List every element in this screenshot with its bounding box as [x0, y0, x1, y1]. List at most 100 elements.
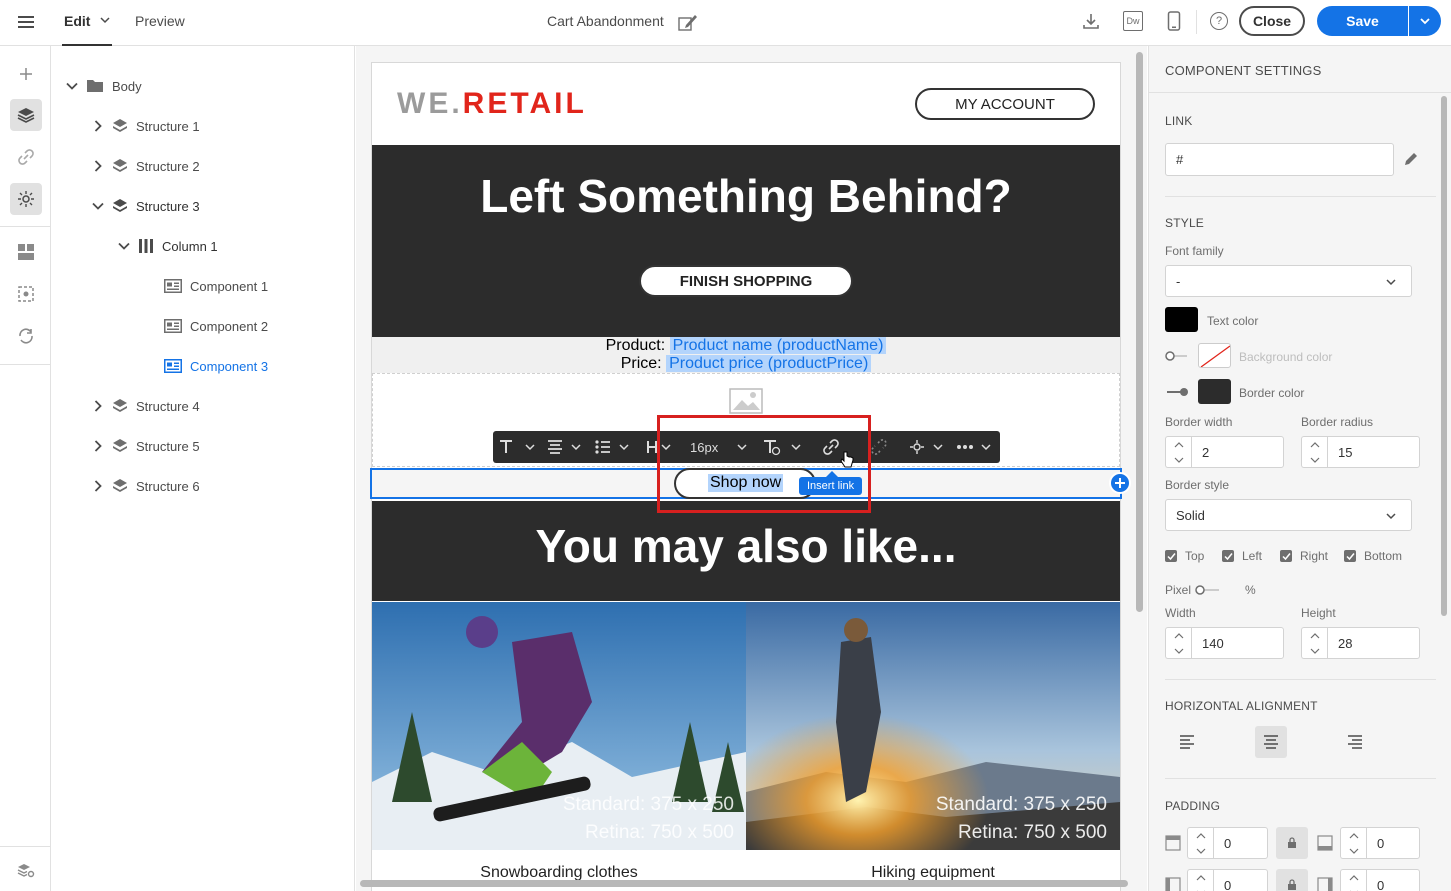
add-icon[interactable]	[10, 58, 42, 90]
tree-node-structure-4[interactable]: Structure 4	[92, 394, 200, 418]
chevron-down-icon[interactable]	[100, 15, 110, 25]
unit-toggle[interactable]	[1195, 585, 1221, 595]
border-color-swatch[interactable]	[1198, 379, 1231, 404]
chevron-right-icon[interactable]	[92, 440, 104, 452]
link-icon[interactable]	[10, 141, 42, 173]
tree-node-structure-1[interactable]: Structure 1	[92, 114, 200, 138]
layers-settings-icon[interactable]	[10, 854, 42, 886]
text-style-icon[interactable]	[498, 438, 538, 456]
sync-icon[interactable]	[10, 320, 42, 352]
chevron-right-icon[interactable]	[92, 480, 104, 492]
border-radius-input[interactable]: 15	[1327, 436, 1420, 468]
layers-icon[interactable]	[10, 99, 42, 131]
my-account-button[interactable]: MY ACCOUNT	[915, 88, 1095, 120]
edit-title-icon[interactable]	[678, 12, 698, 32]
hamburger-menu-icon[interactable]	[18, 14, 34, 30]
background-color-swatch[interactable]	[1198, 343, 1231, 368]
tree-node-structure-5[interactable]: Structure 5	[92, 434, 200, 458]
chevron-down-icon[interactable]	[66, 80, 78, 92]
padding-left-input[interactable]: 0	[1213, 869, 1268, 891]
right-border-checkbox[interactable]	[1280, 550, 1292, 562]
font-family-select[interactable]: -	[1165, 265, 1412, 297]
personalization-field-icon[interactable]	[908, 438, 948, 456]
product-line[interactable]: Product: Product name (productName)	[372, 337, 1120, 355]
top-border-checkbox[interactable]	[1165, 550, 1177, 562]
chevron-up-icon[interactable]	[1196, 874, 1206, 881]
chevron-up-icon[interactable]	[1349, 874, 1359, 881]
preview-tab[interactable]: Preview	[135, 13, 185, 29]
border-style-select[interactable]: Solid	[1165, 499, 1412, 531]
settings-scrollbar[interactable]	[1441, 96, 1447, 616]
also-like-headline[interactable]: You may also like...	[372, 519, 1120, 573]
background-color-toggle[interactable]	[1165, 351, 1189, 361]
padding-right-input[interactable]: 0	[1366, 869, 1420, 891]
horizontal-scrollbar[interactable]	[360, 880, 1128, 887]
help-icon[interactable]: ?	[1210, 12, 1228, 30]
align-icon[interactable]	[546, 438, 586, 456]
chevron-down-icon[interactable]	[1174, 457, 1184, 463]
pencil-icon[interactable]	[1403, 151, 1419, 167]
edit-tab[interactable]: Edit	[64, 13, 90, 29]
tree-node-structure-6[interactable]: Structure 6	[92, 474, 200, 498]
chevron-down-icon[interactable]	[1349, 848, 1359, 854]
chevron-up-icon[interactable]	[1310, 441, 1320, 448]
width-stepper[interactable]	[1165, 627, 1191, 659]
padding-top-input[interactable]: 0	[1213, 827, 1268, 859]
product-price-field[interactable]: Product price (productPrice)	[666, 355, 872, 372]
close-button[interactable]: Close	[1239, 6, 1305, 36]
bottom-border-checkbox[interactable]	[1344, 550, 1356, 562]
chevron-down-icon[interactable]	[118, 240, 130, 252]
finish-shopping-button[interactable]: FINISH SHOPPING	[639, 265, 853, 297]
tree-node-component-1[interactable]: Component 1	[164, 274, 268, 298]
width-input[interactable]: 140	[1191, 627, 1284, 659]
chevron-down-icon[interactable]	[1385, 276, 1397, 288]
tree-node-component-2[interactable]: Component 2	[164, 314, 268, 338]
padding-top-stepper[interactable]	[1187, 827, 1213, 859]
vertical-scrollbar[interactable]	[1136, 52, 1143, 612]
tree-node-component-3[interactable]: Component 3	[164, 354, 268, 378]
link-input[interactable]: #	[1165, 143, 1394, 176]
text-color-swatch[interactable]	[1165, 307, 1198, 332]
chevron-down-icon[interactable]	[1385, 510, 1397, 522]
align-right-icon[interactable]	[1339, 726, 1371, 758]
padding-bottom-input[interactable]: 0	[1366, 827, 1420, 859]
fragments-icon[interactable]	[10, 236, 42, 268]
chevron-down-icon[interactable]	[1310, 457, 1320, 463]
more-options-icon[interactable]	[956, 438, 996, 456]
hero-headline[interactable]: Left Something Behind?	[372, 169, 1120, 223]
padding-left-stepper[interactable]	[1187, 869, 1213, 891]
left-border-checkbox[interactable]	[1222, 550, 1234, 562]
chevron-up-icon[interactable]	[1310, 632, 1320, 639]
tree-node-structure-3[interactable]: Structure 3	[92, 194, 200, 218]
email-canvas[interactable]: WE.RETAIL MY ACCOUNT Left Something Behi…	[356, 46, 1147, 891]
height-input[interactable]: 28	[1327, 627, 1420, 659]
border-color-toggle[interactable]	[1165, 387, 1189, 397]
dreamweaver-icon[interactable]: Dw	[1123, 11, 1143, 31]
chevron-up-icon[interactable]	[1349, 832, 1359, 839]
padding-lock-icon[interactable]	[1276, 827, 1308, 859]
tree-node-structure-2[interactable]: Structure 2	[92, 154, 200, 178]
padding-bottom-stepper[interactable]	[1340, 827, 1366, 859]
price-line[interactable]: Price: Product price (productPrice)	[372, 355, 1120, 373]
list-icon[interactable]	[594, 438, 634, 456]
border-width-input[interactable]: 2	[1191, 436, 1284, 468]
chevron-up-icon[interactable]	[1174, 632, 1184, 639]
chevron-right-icon[interactable]	[92, 400, 104, 412]
chevron-up-icon[interactable]	[1196, 832, 1206, 839]
tree-node-column-1[interactable]: Column 1	[118, 234, 218, 258]
align-left-icon[interactable]	[1171, 726, 1203, 758]
download-icon[interactable]	[1082, 12, 1100, 30]
height-stepper[interactable]	[1301, 627, 1327, 659]
personalization-icon[interactable]	[10, 183, 42, 215]
border-radius-stepper[interactable]	[1301, 436, 1327, 468]
chevron-down-icon[interactable]	[1196, 848, 1206, 854]
chevron-up-icon[interactable]	[1174, 441, 1184, 448]
padding-lock-icon[interactable]	[1276, 869, 1308, 891]
padding-right-stepper[interactable]	[1340, 869, 1366, 891]
chevron-down-icon[interactable]	[1174, 648, 1184, 654]
border-width-stepper[interactable]	[1165, 436, 1191, 468]
mobile-preview-icon[interactable]	[1167, 11, 1181, 31]
chevron-right-icon[interactable]	[92, 160, 104, 172]
save-options-button[interactable]	[1409, 6, 1441, 36]
align-center-icon[interactable]	[1255, 726, 1287, 758]
